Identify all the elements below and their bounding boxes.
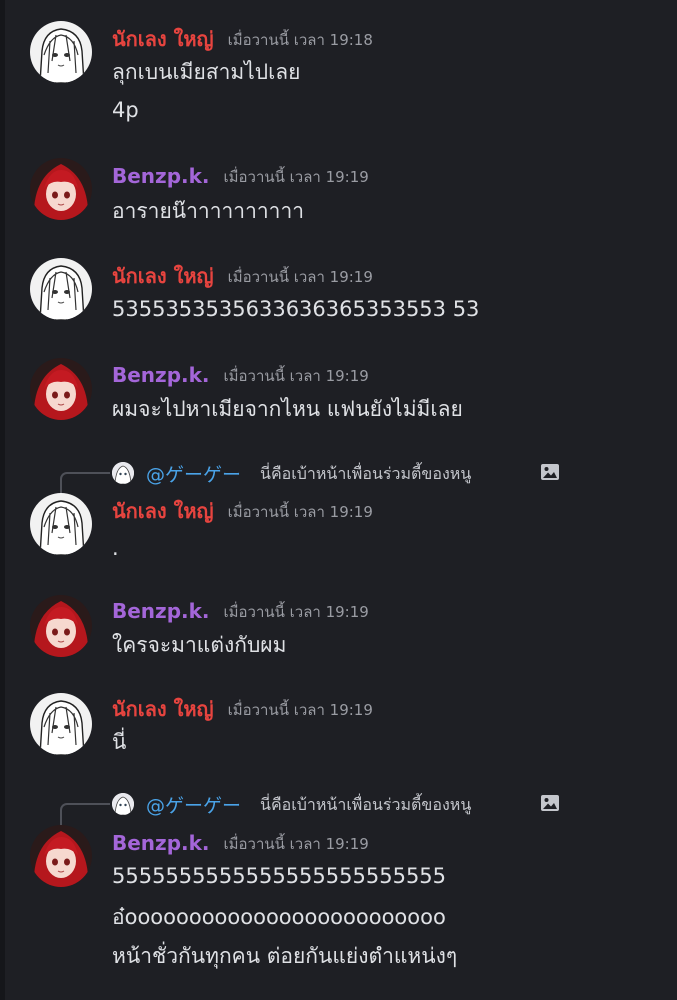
message-text: ลุกเบนเมียสามไปเลย: [112, 60, 301, 84]
author-name[interactable]: นักเลง ใหญ่: [112, 264, 214, 288]
message-text: อารายน๊าาาาาาาาาา: [112, 199, 305, 223]
left-edge: [0, 0, 5, 1000]
reply-avatar-icon: [112, 462, 134, 484]
message-text: ผมจะไปหาเมียจากไหน แฟนยังไม่มีเลย: [112, 397, 463, 421]
reply-text[interactable]: นี่คือเบ้าหน้าเพื่อนร่วมตี้ของหนู: [260, 793, 471, 818]
avatar-sketch-icon[interactable]: [30, 693, 92, 755]
timestamp[interactable]: เมื่อวานนี้ เวลา 19:19: [224, 835, 369, 853]
author-name[interactable]: นักเลง ใหญ่: [112, 697, 214, 721]
image-attachment-icon: [541, 795, 559, 811]
avatar-sketch-icon[interactable]: [30, 21, 92, 83]
avatar-sketch-icon[interactable]: [30, 493, 92, 555]
image-attachment-icon: [541, 464, 559, 480]
reply-author[interactable]: @ゲーゲー: [146, 791, 241, 818]
message-text: อ๋ooooooooooooooooooooooooo: [112, 905, 446, 929]
author-name[interactable]: Benzp.k.: [112, 164, 210, 188]
message-text: .: [112, 536, 119, 560]
avatar-red-hair-icon[interactable]: [30, 825, 92, 887]
reply-author[interactable]: @ゲーゲー: [146, 460, 241, 487]
message-text: หน้าชั่วกันทุกคน ต่อยกันแย่งตำแหน่งๆ: [112, 944, 458, 968]
timestamp[interactable]: เมื่อวานนี้ เวลา 19:19: [228, 268, 373, 286]
author-name[interactable]: Benzp.k.: [112, 831, 210, 855]
author-name[interactable]: Benzp.k.: [112, 599, 210, 623]
author-name[interactable]: Benzp.k.: [112, 363, 210, 387]
reply-avatar-icon: [112, 793, 134, 815]
message-text: นี่: [112, 730, 127, 754]
author-name[interactable]: นักเลง ใหญ่: [112, 27, 214, 51]
timestamp[interactable]: เมื่อวานนี้ เวลา 19:19: [224, 603, 369, 621]
timestamp[interactable]: เมื่อวานนี้ เวลา 19:19: [224, 168, 369, 186]
avatar-red-hair-icon[interactable]: [30, 595, 92, 657]
timestamp[interactable]: เมื่อวานนี้ เวลา 19:19: [228, 701, 373, 719]
avatar-red-hair-icon[interactable]: [30, 358, 92, 420]
message-text: 5555555555555555555555555: [112, 864, 447, 888]
avatar-sketch-icon[interactable]: [30, 258, 92, 320]
avatar-red-hair-icon[interactable]: [30, 158, 92, 220]
reply-text[interactable]: นี่คือเบ้าหน้าเพื่อนร่วมตี้ของหนู: [260, 462, 471, 487]
message-text: 4p: [112, 98, 139, 122]
timestamp[interactable]: เมื่อวานนี้ เวลา 19:18: [228, 31, 373, 49]
timestamp[interactable]: เมื่อวานนี้ เวลา 19:19: [228, 503, 373, 521]
timestamp[interactable]: เมื่อวานนี้ เวลา 19:19: [224, 367, 369, 385]
message-text: ใครจะมาแต่งกับผม: [112, 633, 287, 657]
author-name[interactable]: นักเลง ใหญ่: [112, 499, 214, 523]
message-text: 5355353535633636365353553 53: [112, 297, 480, 321]
